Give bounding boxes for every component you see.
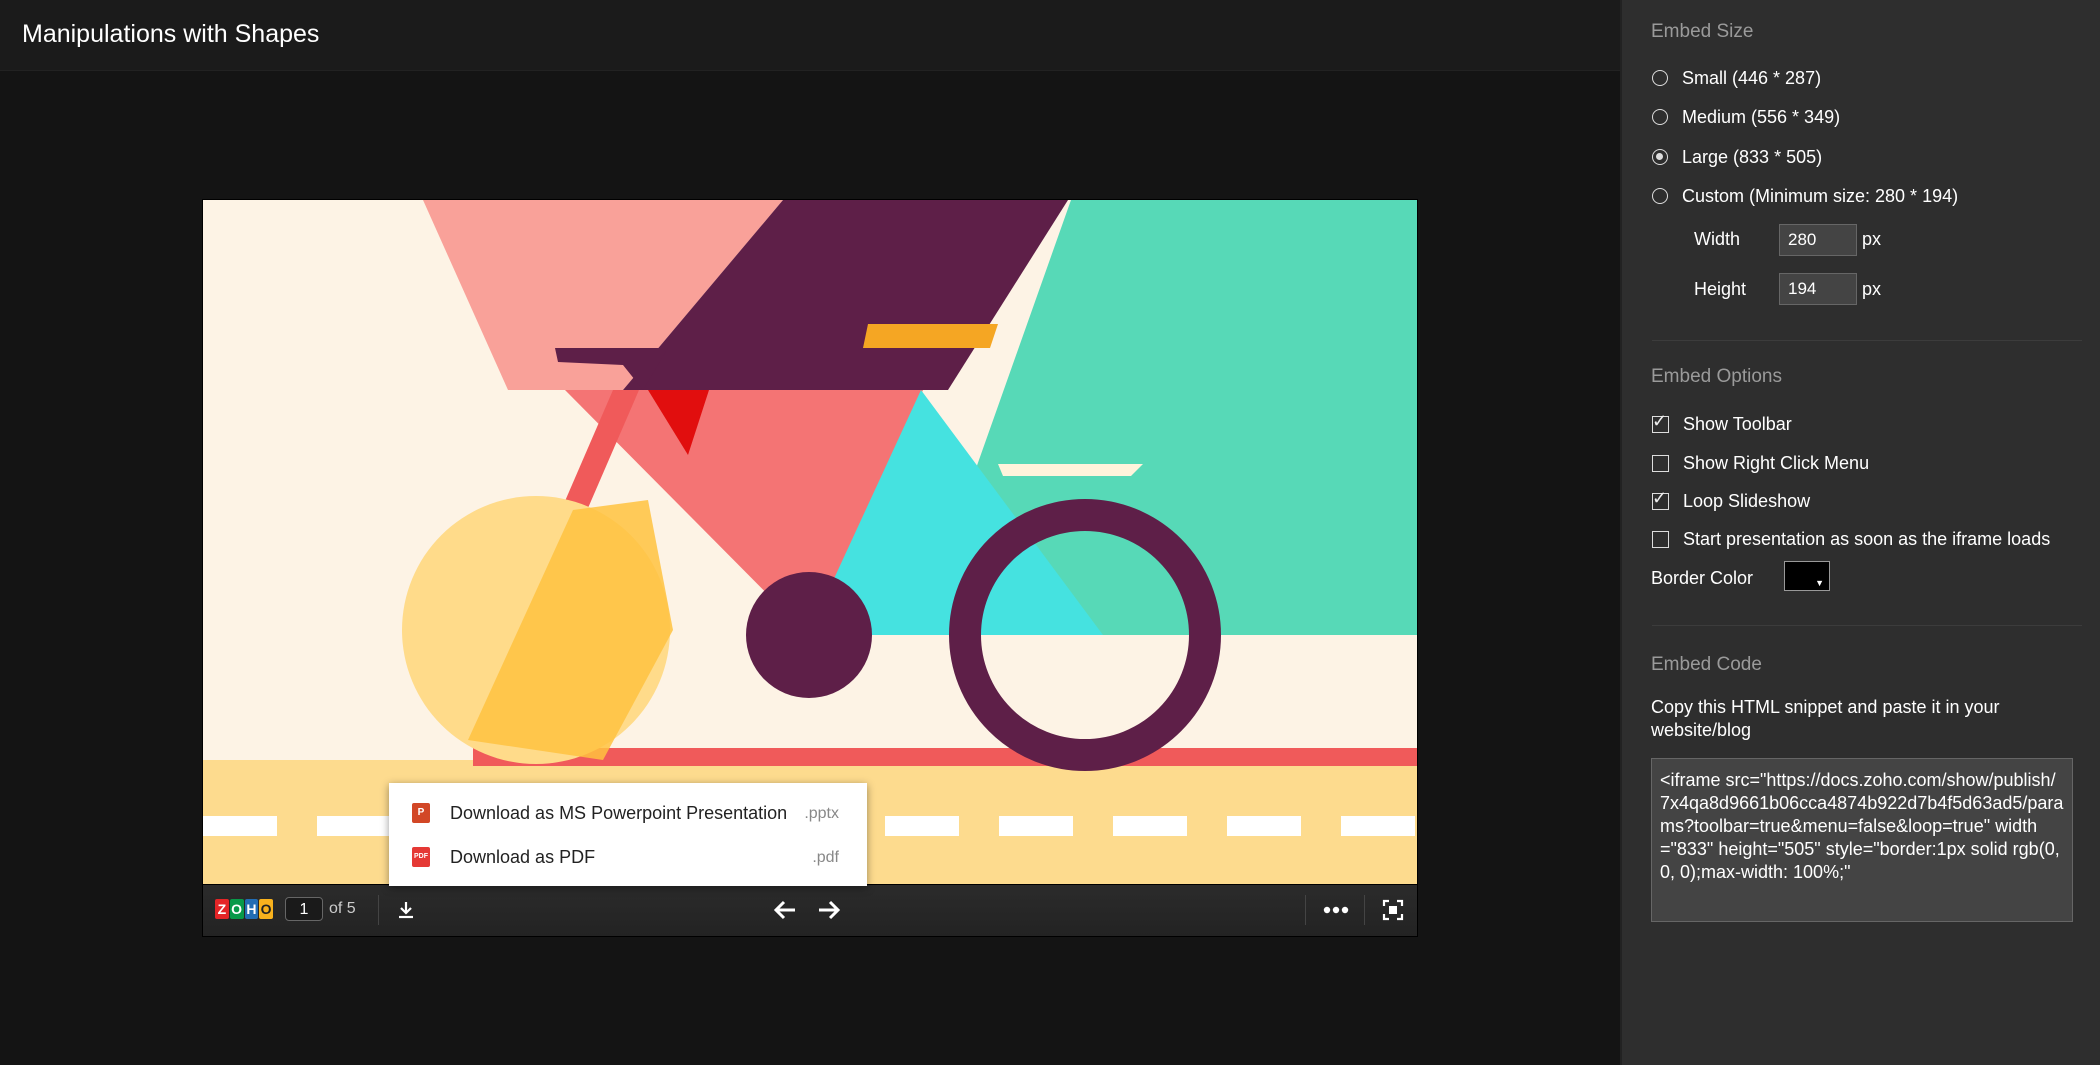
- option-right-click-menu-label: Show Right Click Menu: [1683, 452, 1870, 473]
- embed-code-textarea[interactable]: <iframe src="https://docs.zoho.com/show/…: [1651, 758, 2073, 922]
- checkbox-show-toolbar[interactable]: ✓: [1652, 412, 1669, 433]
- option-autostart[interactable]: Start presentation as soon as the iframe…: [1652, 526, 2050, 552]
- page-count: of 5: [329, 900, 356, 917]
- zoho-letter-z: Z: [215, 899, 229, 919]
- embed-code-title: Embed Code: [1651, 654, 1762, 675]
- download-pptx-label: Download as MS Powerpoint Presentation: [450, 803, 788, 823]
- embed-code-instructions: Copy this HTML snippet and paste it in y…: [1651, 697, 2000, 740]
- section-divider: [1652, 340, 2082, 341]
- size-option-small-label: Small (446 * 287): [1682, 67, 1822, 88]
- radio-large[interactable]: [1652, 149, 1668, 165]
- checkbox-autostart[interactable]: [1652, 530, 1669, 548]
- download-button[interactable]: [393, 897, 419, 923]
- arrow-left-icon: [773, 900, 795, 920]
- option-autostart-label: Start presentation as soon as the iframe…: [1683, 528, 2051, 549]
- size-option-medium-label: Medium (556 * 349): [1682, 106, 1841, 127]
- radio-custom[interactable]: [1652, 188, 1668, 204]
- download-pptx-ext: .pptx: [804, 805, 839, 822]
- slide-canvas: [203, 200, 1417, 884]
- checkbox-right-click-menu[interactable]: [1652, 454, 1669, 472]
- more-options-button[interactable]: [1321, 897, 1351, 923]
- fullscreen-icon: [1382, 899, 1404, 921]
- zoho-letter-o: O: [259, 899, 273, 919]
- download-menu: P Download as MS Powerpoint Presentation…: [389, 783, 867, 886]
- zoho-letter-h: H: [244, 899, 259, 919]
- border-color-label: Border Color: [1651, 568, 1754, 588]
- download-pdf-label: Download as PDF: [450, 847, 596, 867]
- height-input[interactable]: [1779, 273, 1857, 305]
- powerpoint-icon: P: [412, 803, 430, 823]
- crank: [746, 572, 872, 698]
- download-pptx-item[interactable]: P Download as MS Powerpoint Presentation…: [389, 791, 867, 835]
- size-option-small[interactable]: Small (446 * 287): [1652, 65, 1821, 91]
- width-unit: px: [1862, 229, 1882, 249]
- page-title: Manipulations with Shapes: [22, 20, 320, 48]
- embed-size-title: Embed Size: [1651, 21, 1754, 42]
- embed-options-title: Embed Options: [1651, 366, 1782, 387]
- download-icon: [399, 902, 413, 919]
- size-option-medium[interactable]: Medium (556 * 349): [1652, 104, 1840, 130]
- preview-area: Manipulations with Shapes Z O H O 1 of 5…: [0, 0, 1620, 1065]
- embed-settings-panel: Embed Size Small (446 * 287) Medium (556…: [1620, 0, 2100, 1065]
- download-pdf-ext: .pdf: [812, 849, 839, 866]
- toolbar-divider: [1305, 895, 1306, 925]
- option-right-click-menu[interactable]: Show Right Click Menu: [1652, 450, 1869, 476]
- viewer-toolbar: Z O H O 1 of 5: [203, 885, 1417, 936]
- height-unit: px: [1862, 279, 1882, 299]
- border-color-picker[interactable]: ▼: [1784, 561, 1830, 591]
- option-loop-slideshow-label: Loop Slideshow: [1683, 490, 1811, 511]
- size-option-large-label: Large (833 * 505): [1682, 146, 1823, 167]
- seat-bar: [998, 464, 1143, 476]
- title-bar: Manipulations with Shapes: [0, 0, 1620, 71]
- toolbar-divider: [378, 895, 379, 925]
- radio-small[interactable]: [1652, 70, 1668, 86]
- previous-slide-button[interactable]: [771, 897, 799, 923]
- page-number-input[interactable]: 1: [285, 897, 323, 921]
- chevron-down-icon: ▼: [1815, 578, 1824, 588]
- size-option-large[interactable]: Large (833 * 505): [1652, 144, 1822, 170]
- next-slide-button[interactable]: [815, 897, 843, 923]
- arrow-right-icon: [819, 900, 841, 920]
- fullscreen-button[interactable]: [1380, 897, 1406, 923]
- option-show-toolbar-label: Show Toolbar: [1683, 413, 1792, 434]
- pdf-icon: PDF: [412, 847, 430, 867]
- section-divider: [1652, 625, 2082, 626]
- orange-bar: [863, 324, 998, 348]
- width-input[interactable]: [1779, 224, 1857, 256]
- size-option-custom-label: Custom (Minimum size: 280 * 194): [1682, 185, 1959, 206]
- checkmark-icon: ✓: [1652, 410, 1668, 431]
- checkmark-icon: ✓: [1652, 487, 1668, 508]
- toolbar-divider: [1364, 895, 1365, 925]
- download-pdf-item[interactable]: PDF Download as PDF .pdf: [389, 835, 867, 879]
- height-label: Height: [1694, 279, 1747, 299]
- checkbox-loop-slideshow[interactable]: ✓: [1652, 489, 1669, 510]
- option-loop-slideshow[interactable]: ✓ Loop Slideshow: [1652, 488, 1810, 514]
- option-show-toolbar[interactable]: ✓ Show Toolbar: [1652, 411, 1792, 437]
- zoho-logo: Z O H O: [215, 899, 273, 921]
- road-stripe-red: [473, 748, 1417, 766]
- radio-medium[interactable]: [1652, 109, 1668, 125]
- size-option-custom[interactable]: Custom (Minimum size: 280 * 194): [1652, 183, 1958, 209]
- zoho-letter-o: O: [229, 899, 244, 919]
- width-label: Width: [1694, 229, 1741, 249]
- more-dots-icon: [1323, 906, 1349, 914]
